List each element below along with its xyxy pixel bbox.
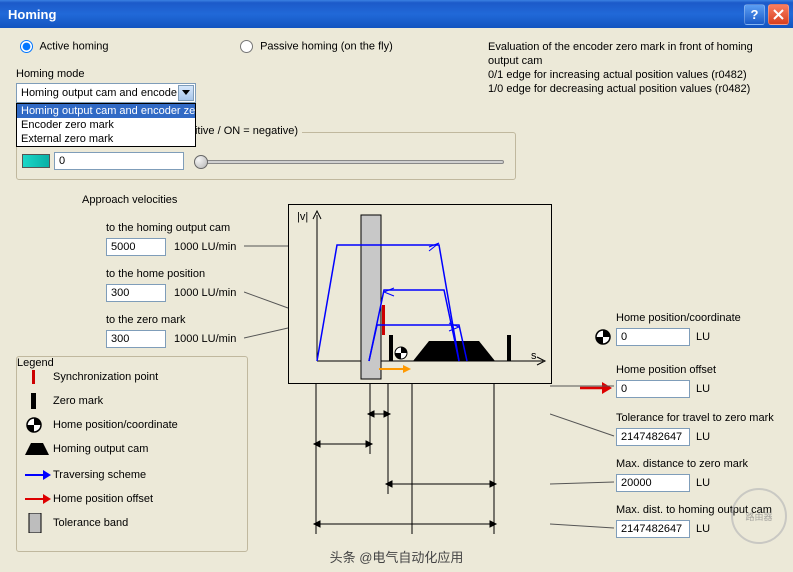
cam-velocity-unit: 1000 LU/min [174, 241, 236, 253]
home-off-input[interactable]: 0 [616, 380, 690, 398]
home-velocity-value: 300 [111, 287, 129, 299]
homing-mode-dropdown[interactable]: Homing output cam and encoder ze Encoder… [16, 103, 196, 147]
start-direction-toggle[interactable] [22, 154, 50, 168]
zero-mark-icon [25, 393, 45, 409]
homing-diagram: |v| s [288, 204, 552, 384]
dropdown-option-1[interactable]: Encoder zero mark [17, 118, 195, 132]
chevron-down-icon [182, 90, 190, 96]
cam-velocity-label: to the homing output cam [106, 222, 230, 234]
window-title: Homing [8, 7, 56, 22]
cam-icon [25, 441, 49, 457]
zero-velocity-label: to the zero mark [106, 314, 185, 326]
close-button[interactable] [768, 4, 789, 25]
titlebar: Homing ? [0, 0, 793, 28]
info-line-2: 0/1 edge for increasing actual position … [488, 68, 785, 82]
passive-homing-input[interactable] [240, 40, 253, 53]
home-position-icon-2 [594, 328, 612, 346]
cam-velocity-input[interactable]: 5000 [106, 238, 166, 256]
legend-trav: Traversing scheme [25, 465, 146, 485]
passive-homing-label: Passive homing (on the fly) [260, 40, 393, 52]
blue-arrow-icon [25, 469, 51, 481]
legend-sync: Synchronization point [25, 367, 158, 387]
homing-mode-combo[interactable]: Homing output cam and encode [16, 83, 196, 103]
tol-unit: LU [696, 431, 710, 443]
zero-velocity-value: 300 [111, 333, 129, 345]
legend-zero: Zero mark [25, 391, 103, 411]
home-position-icon [25, 416, 45, 434]
max-zero-unit: LU [696, 477, 710, 489]
start-direction-slider[interactable] [196, 160, 504, 164]
slider-thumb[interactable] [194, 155, 208, 169]
info-line-1: Evaluation of the encoder zero mark in f… [488, 40, 785, 68]
zero-velocity-input[interactable]: 300 [106, 330, 166, 348]
max-cam-input[interactable]: 2147482647 [616, 520, 690, 538]
zero-velocity-unit: 1000 LU/min [174, 333, 236, 345]
start-direction-input[interactable]: 0 [54, 152, 184, 170]
max-cam-unit: LU [696, 523, 710, 535]
attribution-text: 头条 @电气自动化应用 [0, 547, 793, 566]
connector-lines [244, 228, 304, 368]
legend-box: Legend Synchronization point Zero mark H… [16, 356, 248, 552]
cam-velocity-value: 5000 [111, 241, 135, 253]
active-homing-radio[interactable]: Active homing [20, 40, 109, 53]
max-zero-label: Max. distance to zero mark [616, 458, 748, 470]
max-cam-value: 2147482647 [621, 523, 682, 535]
encoder-info: Evaluation of the encoder zero mark in f… [488, 40, 785, 96]
home-pos-label: Home position/coordinate [616, 312, 741, 324]
tolerance-icon [25, 513, 45, 533]
help-button[interactable]: ? [744, 4, 765, 25]
legend-home: Home position/coordinate [25, 415, 178, 435]
param-connector-lines [550, 384, 616, 544]
watermark-badge: 路由器 [731, 488, 787, 544]
tol-input[interactable]: 2147482647 [616, 428, 690, 446]
dimension-lines [288, 384, 552, 544]
legend-cam: Homing output cam [25, 439, 148, 459]
active-homing-label: Active homing [39, 40, 108, 52]
y-axis-label: |v| [297, 211, 308, 223]
dropdown-option-2[interactable]: External zero mark [17, 132, 195, 146]
red-arrow-icon [25, 493, 51, 505]
home-pos-unit: LU [696, 331, 710, 343]
dialog-content: Active homing Passive homing (on the fly… [0, 28, 793, 572]
home-pos-value: 0 [621, 331, 627, 343]
home-velocity-unit: 1000 LU/min [174, 287, 236, 299]
legend-tol: Tolerance band [25, 513, 128, 533]
home-velocity-label: to the home position [106, 268, 205, 280]
home-velocity-input[interactable]: 300 [106, 284, 166, 302]
combo-arrow-button[interactable] [178, 85, 194, 101]
active-homing-input[interactable] [20, 40, 33, 53]
homing-mode-label: Homing mode [16, 68, 84, 80]
max-zero-value: 20000 [621, 477, 652, 489]
homing-mode-selected: Homing output cam and encode [21, 87, 177, 99]
dropdown-option-0[interactable]: Homing output cam and encoder ze [17, 104, 195, 118]
tol-label: Tolerance for travel to zero mark [616, 412, 774, 424]
passive-homing-radio[interactable]: Passive homing (on the fly) [240, 40, 393, 53]
home-off-label: Home position offset [616, 364, 716, 376]
max-zero-input[interactable]: 20000 [616, 474, 690, 492]
diagram-svg [289, 205, 553, 385]
home-off-value: 0 [621, 383, 627, 395]
home-pos-input[interactable]: 0 [616, 328, 690, 346]
sync-point-icon [25, 369, 45, 385]
x-axis-label: s [531, 350, 537, 362]
legend-offset: Home position offset [25, 489, 153, 509]
watermark-text: 路由器 [745, 510, 772, 523]
start-direction-value: 0 [59, 155, 65, 167]
info-line-3: 1/0 edge for decreasing actual position … [488, 82, 785, 96]
approach-title: Approach velocities [82, 194, 177, 206]
home-off-unit: LU [696, 383, 710, 395]
tol-value: 2147482647 [621, 431, 682, 443]
